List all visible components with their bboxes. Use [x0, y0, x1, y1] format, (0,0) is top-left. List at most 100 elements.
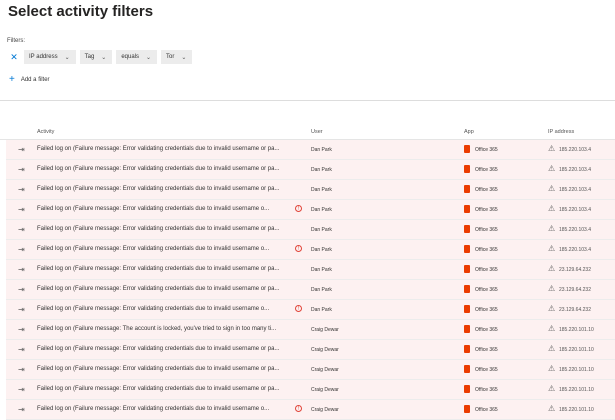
user-name: Dan Park	[311, 207, 332, 213]
ip-address: 23.129.64.232	[559, 307, 591, 313]
table-row[interactable]: ⇥ Failed log on (Failure message: Error …	[6, 260, 615, 280]
warning-icon: ⚠	[548, 304, 556, 313]
dropdown-value: Tag	[84, 54, 95, 60]
ip-address: 185.220.103.4	[559, 247, 591, 253]
office-icon	[464, 365, 470, 373]
activity-text: Failed log on (Failure message: Error va…	[37, 386, 280, 392]
warning-icon: ⚠	[548, 344, 556, 353]
chevron-down-icon: ⌄	[101, 54, 107, 61]
value-dropdown[interactable]: Tor ⌄	[161, 50, 193, 64]
activity-text: Failed log on (Failure message: Error va…	[37, 306, 270, 312]
office-icon	[464, 385, 470, 393]
warning-icon: ⚠	[548, 364, 556, 373]
sign-in-icon: ⇥	[18, 165, 25, 174]
field-dropdown[interactable]: IP address ⌄	[24, 50, 76, 64]
user-name: Craig Dewar	[311, 407, 339, 413]
page-title: Select activity filters	[8, 3, 154, 20]
activity-text: Failed log on (Failure message: Error va…	[37, 246, 270, 252]
app-name: Office 365	[475, 227, 498, 233]
table-row[interactable]: ⇥ Failed log on (Failure message: Error …	[6, 280, 615, 300]
activity-text: Failed log on (Failure message: Error va…	[37, 286, 280, 292]
ip-address: 23.129.64.232	[559, 287, 591, 293]
add-filter-button[interactable]: + Add a filter	[9, 74, 50, 85]
ip-address: 185.220.101.10	[559, 407, 594, 413]
user-name: Craig Dewar	[311, 327, 339, 333]
ip-address: 185.220.101.10	[559, 347, 594, 353]
alert-icon: !	[295, 205, 302, 212]
user-name: Craig Dewar	[311, 347, 339, 353]
operator-dropdown[interactable]: equals ⌄	[116, 50, 158, 64]
sign-in-icon: ⇥	[18, 405, 25, 414]
user-name: Dan Park	[311, 287, 332, 293]
sign-in-icon: ⇥	[18, 265, 25, 274]
header-app[interactable]: App	[464, 129, 474, 135]
table-row[interactable]: ⇥ Failed log on (Failure message: Error …	[6, 240, 615, 260]
user-name: Dan Park	[311, 307, 332, 313]
ip-address: 185.220.101.10	[559, 327, 594, 333]
sign-in-icon: ⇥	[18, 325, 25, 334]
user-name: Dan Park	[311, 227, 332, 233]
activity-text: Failed log on (Failure message: Error va…	[37, 366, 280, 372]
sign-in-icon: ⇥	[18, 185, 25, 194]
sign-in-icon: ⇥	[18, 285, 25, 294]
plus-icon: +	[9, 74, 15, 85]
office-icon	[464, 225, 470, 233]
office-icon	[464, 405, 470, 413]
table-row[interactable]: ⇥ Failed log on (Failure message: Error …	[6, 400, 615, 420]
activity-text: Failed log on (Failure message: Error va…	[37, 146, 280, 152]
table-row[interactable]: ⇥ Failed log on (Failure message: Error …	[6, 140, 615, 160]
table-row[interactable]: ⇥ Failed log on (Failure message: Error …	[6, 220, 615, 240]
user-name: Dan Park	[311, 147, 332, 153]
app-name: Office 365	[475, 347, 498, 353]
office-icon	[464, 265, 470, 273]
header-user[interactable]: User	[311, 129, 323, 135]
table-row[interactable]: ⇥ Failed log on (Failure message: Error …	[6, 340, 615, 360]
activity-text: Failed log on (Failure message: Error va…	[37, 166, 280, 172]
table-row[interactable]: ⇥ Failed log on (Failure message: Error …	[6, 300, 615, 320]
dropdown-value: Tor	[166, 54, 175, 60]
app-name: Office 365	[475, 167, 498, 173]
app-name: Office 365	[475, 267, 498, 273]
divider	[0, 100, 615, 101]
activity-text: Failed log on (Failure message: The acco…	[37, 326, 277, 332]
activity-text: Failed log on (Failure message: Error va…	[37, 346, 280, 352]
app-name: Office 365	[475, 407, 498, 413]
header-activity[interactable]: Activity	[37, 129, 54, 135]
chevron-down-icon: ⌄	[146, 54, 152, 61]
close-icon[interactable]: ✕	[8, 52, 20, 63]
office-icon	[464, 205, 470, 213]
table-row[interactable]: ⇥ Failed log on (Failure message: Error …	[6, 380, 615, 400]
ip-address: 185.220.101.10	[559, 387, 594, 393]
table-header: Activity User App IP address	[0, 125, 615, 140]
header-ip[interactable]: IP address	[548, 129, 574, 135]
table-row[interactable]: ⇥ Failed log on (Failure message: Error …	[6, 160, 615, 180]
ip-address: 185.220.103.4	[559, 167, 591, 173]
warning-icon: ⚠	[548, 324, 556, 333]
office-icon	[464, 285, 470, 293]
table-row[interactable]: ⇥ Failed log on (Failure message: Error …	[6, 360, 615, 380]
app-name: Office 365	[475, 367, 498, 373]
alert-icon: !	[295, 245, 302, 252]
ip-address: 23.129.64.232	[559, 267, 591, 273]
app-name: Office 365	[475, 207, 498, 213]
warning-icon: ⚠	[548, 204, 556, 213]
tag-dropdown[interactable]: Tag ⌄	[79, 50, 113, 64]
warning-icon: ⚠	[548, 284, 556, 293]
filter-row: ✕ IP address ⌄ Tag ⌄ equals ⌄ Tor ⌄	[8, 50, 193, 64]
warning-icon: ⚠	[548, 264, 556, 273]
app-name: Office 365	[475, 387, 498, 393]
activity-text: Failed log on (Failure message: Error va…	[37, 206, 270, 212]
table-row[interactable]: ⇥ Failed log on (Failure message: Error …	[6, 180, 615, 200]
warning-icon: ⚠	[548, 404, 556, 413]
chevron-down-icon: ⌄	[64, 54, 70, 61]
sign-in-icon: ⇥	[18, 245, 25, 254]
table-row[interactable]: ⇥ Failed log on (Failure message: Error …	[6, 200, 615, 220]
activity-text: Failed log on (Failure message: Error va…	[37, 406, 270, 412]
user-name: Dan Park	[311, 267, 332, 273]
activity-text: Failed log on (Failure message: Error va…	[37, 266, 280, 272]
app-name: Office 365	[475, 187, 498, 193]
office-icon	[464, 145, 470, 153]
office-icon	[464, 345, 470, 353]
activity-text: Failed log on (Failure message: Error va…	[37, 186, 280, 192]
table-row[interactable]: ⇥ Failed log on (Failure message: The ac…	[6, 320, 615, 340]
